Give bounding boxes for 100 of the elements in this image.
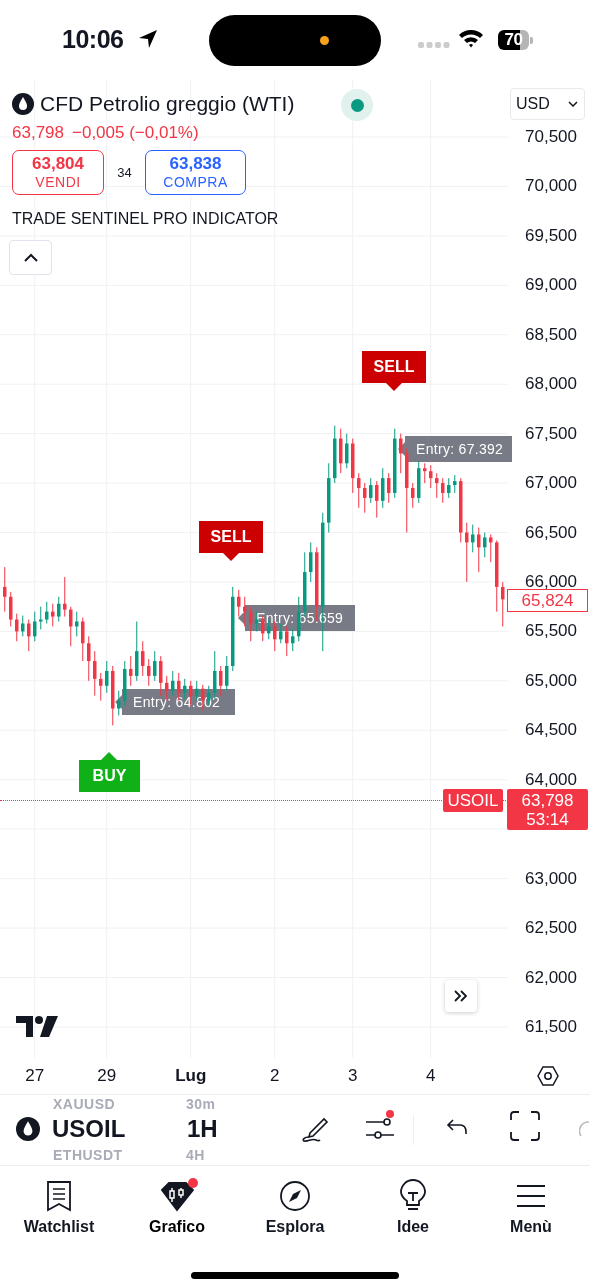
time-axis-label: 2	[269, 1066, 281, 1086]
price-axis-label: 69,000	[525, 275, 577, 296]
wifi-icon	[458, 28, 484, 48]
candlestick	[363, 482, 367, 514]
tab-bar-item[interactable]: Menù	[472, 1174, 590, 1236]
price-axis-label: 62,500	[525, 918, 577, 939]
compass-icon	[279, 1180, 311, 1212]
candlestick	[483, 532, 487, 558]
candlestick	[21, 615, 25, 637]
sell-button[interactable]: 63,804 VENDI	[12, 150, 104, 195]
time-axis-label: Lug	[174, 1066, 208, 1086]
symbol-title: CFD Petrolio greggio (WTI)	[40, 92, 295, 116]
candlestick	[141, 640, 145, 677]
candlestick	[9, 591, 13, 627]
double-chevron-right-icon	[453, 989, 469, 1003]
candlestick	[501, 581, 505, 627]
price-axis-label: 70,000	[525, 176, 577, 197]
candlestick	[291, 628, 295, 652]
candlestick	[27, 619, 31, 652]
tab-bar-item[interactable]: Watchlist	[0, 1174, 118, 1236]
clock-time: 10:06	[62, 25, 124, 54]
location-arrow-icon	[138, 29, 158, 49]
price-axis-label: 68,000	[525, 374, 577, 395]
candlestick	[15, 613, 19, 642]
price-axis-label: 62,000	[525, 967, 577, 988]
candlestick	[345, 433, 349, 469]
price-axis-label: 70,500	[525, 126, 577, 147]
candlestick	[57, 596, 61, 623]
candlestick	[171, 670, 175, 697]
candlestick	[93, 650, 97, 697]
buy-signal-label: BUY	[79, 752, 140, 792]
tab-bar-item[interactable]: Grafico	[118, 1174, 236, 1236]
candlestick	[465, 522, 469, 583]
chevron-up-icon	[22, 252, 39, 263]
time-axis-label: 3	[347, 1066, 359, 1086]
price-axis-label: 63,000	[525, 868, 577, 889]
time-axis-label: 29	[96, 1066, 118, 1086]
price-axis-label: 65,500	[525, 621, 577, 642]
candlestick	[87, 635, 91, 682]
sell-signal-label: SELL	[362, 351, 426, 391]
menu-icon	[516, 1184, 546, 1208]
candlestick	[117, 690, 121, 716]
interval-selector[interactable]: 1H	[187, 1115, 218, 1143]
collapse-button[interactable]	[9, 240, 52, 275]
sell-signal-label: SELL	[199, 521, 263, 561]
candlestick	[3, 566, 7, 613]
tab-bar-item[interactable]: Idee	[354, 1174, 472, 1236]
price-change: −0,005 (−0,01%)	[72, 123, 199, 143]
candlestick	[99, 672, 103, 702]
price-axis-label: 61,500	[525, 1016, 577, 1037]
candlestick	[309, 541, 313, 583]
candlestick-shield-icon	[160, 1180, 194, 1212]
candlestick	[381, 467, 385, 509]
fullscreen-icon	[510, 1111, 540, 1141]
buy-button[interactable]: 63,838 COMPRA	[145, 150, 246, 195]
candlestick	[369, 477, 373, 504]
scroll-to-latest-button[interactable]	[445, 980, 477, 1012]
candlestick	[81, 617, 85, 662]
spread-value: 34	[116, 165, 133, 180]
candlestick	[435, 472, 439, 499]
candlestick	[249, 606, 253, 642]
candlestick	[375, 480, 379, 519]
candlestick	[357, 472, 361, 509]
price-axis-label: 68,500	[525, 324, 577, 345]
candlestick	[51, 603, 55, 627]
undo-arrow-icon	[446, 1117, 468, 1137]
indicator-name: TRADE SENTINEL PRO INDICATOR	[12, 210, 279, 228]
chart-logo-icon	[16, 1016, 58, 1037]
price-axis-label: 66,500	[525, 522, 577, 543]
settings-icon[interactable]	[537, 1066, 559, 1086]
candlestick	[477, 527, 481, 573]
candlestick	[243, 596, 247, 627]
bookmark-list-icon	[45, 1180, 73, 1212]
chevron-down-icon	[568, 101, 578, 107]
candlestick	[429, 464, 433, 489]
price-axis-label: 67,500	[525, 423, 577, 444]
candlestick	[447, 477, 451, 499]
candlestick	[489, 533, 493, 563]
currency-dropdown[interactable]: USD	[510, 88, 585, 120]
candlestick	[153, 650, 157, 682]
candlestick	[285, 625, 289, 657]
symbol-selector[interactable]: USOIL	[52, 1115, 126, 1143]
tab-bar-item[interactable]: Esplora	[236, 1174, 354, 1236]
lightbulb-icon	[399, 1179, 427, 1213]
candlestick	[105, 660, 109, 694]
last-price-tag: 65,824	[507, 589, 588, 612]
oil-drop-icon	[12, 93, 34, 115]
price-axis-label: 65,000	[525, 670, 577, 691]
price-axis-label: 67,000	[525, 473, 577, 494]
candlestick	[45, 601, 49, 624]
privacy-indicator-icon	[320, 36, 329, 45]
candlestick	[75, 611, 79, 637]
symbol-price-label: USOIL	[443, 789, 503, 812]
oil-drop-icon	[16, 1117, 40, 1141]
candlestick	[147, 658, 151, 687]
candlestick	[387, 472, 391, 504]
last-price: 63,798	[12, 123, 64, 143]
undo-button[interactable]	[446, 1117, 468, 1137]
fullscreen-button[interactable]	[510, 1111, 540, 1141]
candlestick	[423, 462, 427, 484]
